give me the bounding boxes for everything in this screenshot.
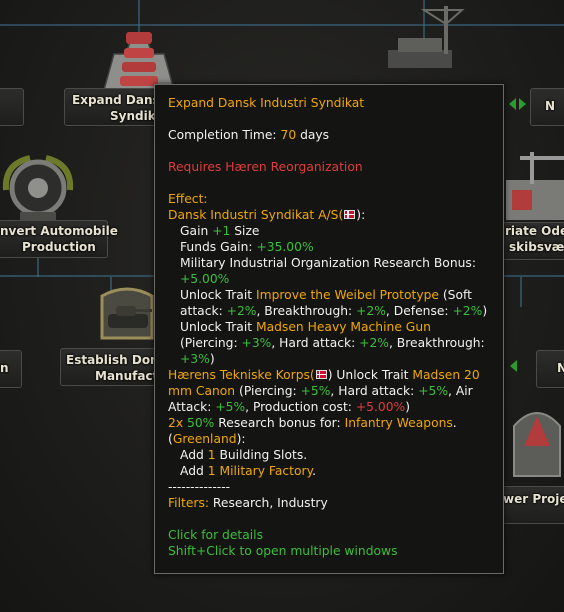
funds-label: Funds Gain:	[180, 240, 257, 254]
filters-value: Research, Industry	[209, 496, 328, 510]
focus-node-right-n-top[interactable]: N	[545, 98, 555, 114]
node-label-line: Production	[22, 240, 96, 254]
state-name: Greenland	[172, 432, 237, 446]
add-suffix: Building Slots.	[215, 448, 308, 462]
focus-node-right-power[interactable]: wer Projec	[503, 491, 564, 507]
add-label: Add	[180, 448, 208, 462]
focus-tooltip: Expand Dansk Industri Syndikat Completio…	[154, 84, 504, 574]
company2-line: Hærens Tekniske Korps() Unlock Trait Mad…	[168, 367, 490, 415]
arrow-left-icon[interactable]	[509, 98, 516, 110]
gain-suffix: Size	[230, 224, 260, 238]
add-factory-line: Add 1 Military Factory.	[168, 463, 490, 479]
stat-value-negative: +5.00%	[355, 400, 406, 414]
company-name: Dansk Industri Syndikat A/S(	[168, 208, 344, 222]
flag-denmark-icon	[344, 210, 356, 219]
tire-wreath-icon[interactable]	[0, 150, 76, 224]
arrow-right-icon[interactable]	[519, 98, 526, 110]
tooltip-title: Expand Dansk Industri Syndikat	[168, 96, 365, 110]
focus-node-left-fragment[interactable]: n	[0, 360, 9, 376]
unlock-label: ) Unlock Trait	[327, 368, 413, 382]
flag-denmark-icon	[315, 370, 327, 379]
stat-value: +3%	[241, 336, 272, 350]
stat-value: +5%	[418, 384, 448, 398]
company-close: ):	[356, 208, 366, 222]
unlock-label: Unlock Trait	[180, 288, 256, 302]
research-bonus-label: Military Industrial Organization Researc…	[180, 256, 476, 270]
add-label: Add	[180, 464, 208, 478]
focus-node-convert-automobile[interactable]: nvert Automobile Production	[0, 223, 118, 255]
filters-line: Filters: Research, Industry	[168, 495, 490, 511]
unlock-label: Unlock Trait	[180, 320, 256, 334]
funds-line: Funds Gain: +35.00%	[168, 239, 490, 255]
paren-close: )	[405, 400, 411, 414]
stat-label: , Hard attack:	[330, 384, 419, 398]
paren-close: )	[482, 304, 488, 318]
add-value: 1	[207, 448, 216, 462]
hint-click: Click for details	[168, 528, 263, 542]
research-target: Infantry Weapons	[344, 416, 453, 430]
tank-icon[interactable]	[92, 280, 162, 346]
punct: .	[452, 416, 457, 430]
research-text: Research bonus for:	[214, 416, 345, 430]
company-name: Hærens Tekniske Korps(	[168, 368, 315, 382]
stat-label: , Production cost:	[245, 400, 356, 414]
research-bonus-value: +5.00%	[180, 272, 230, 286]
completion-value: 70	[280, 128, 297, 142]
stat-label: , Defense:	[385, 304, 453, 318]
focus-node-plate[interactable]	[0, 88, 24, 126]
trait-name: Improve the Weibel Prototype	[255, 288, 439, 302]
stat-value: +3%	[180, 352, 210, 366]
research-count: 2x	[168, 416, 184, 430]
separator: --------------	[168, 480, 231, 494]
stat-label: , Breakthrough:	[256, 304, 357, 318]
node-label-line: nvert Automobile	[0, 224, 118, 238]
node-label-line: riate Oder	[505, 224, 564, 238]
hint-shift-click: Shift+Click to open multiple windows	[168, 544, 398, 558]
gain-value: +1	[212, 224, 231, 238]
research-pct: 50%	[187, 416, 215, 430]
company1-line: Dansk Industri Syndikat A/S():	[168, 207, 490, 223]
paren-close: ):	[236, 432, 246, 446]
completion-time: Completion Time: 70 days	[168, 127, 490, 143]
stat-label: , Hard attack:	[271, 336, 360, 350]
connector-line	[0, 24, 564, 26]
research-line: 2x 50% Research bonus for: Infantry Weap…	[168, 415, 490, 431]
state-line: (Greenland):	[168, 431, 490, 447]
stat-value: +5%	[215, 400, 246, 414]
funds-value: +35.00%	[256, 240, 314, 254]
stat-value: +2%	[226, 304, 257, 318]
stat-value: +5%	[300, 384, 331, 398]
stat-value: +2%	[452, 304, 483, 318]
research-bonus-line: Military Industrial Organization Researc…	[168, 255, 490, 287]
trait-name: Madsen Heavy Machine Gun	[255, 320, 431, 334]
stat-value: +2%	[359, 336, 389, 350]
crane-shipyard-icon[interactable]	[384, 0, 466, 70]
stat-label: (Piercing:	[235, 384, 301, 398]
stat-label: (Piercing:	[180, 336, 242, 350]
add-slots-line: Add 1 Building Slots.	[168, 447, 490, 463]
requires-text: Requires Hæren Reorganization	[168, 160, 363, 174]
trait1-line: Unlock Trait Improve the Weibel Prototyp…	[168, 287, 490, 319]
crane-shipyard-icon[interactable]	[500, 150, 564, 224]
effect-label: Effect:	[168, 192, 208, 206]
focus-node-right-n-mid[interactable]: N	[557, 360, 564, 376]
connector-line	[520, 277, 522, 307]
trait2-line: Unlock Trait Madsen Heavy Machine Gun (Pi…	[168, 319, 490, 367]
completion-unit: days	[296, 128, 330, 142]
stat-label: , Breakthrough:	[388, 336, 485, 350]
completion-label: Completion Time:	[168, 128, 281, 142]
node-label-line: skibsværf	[509, 240, 564, 254]
gain-label: Gain	[180, 224, 213, 238]
arrow-left-icon[interactable]	[510, 360, 517, 372]
stat-value: +2%	[356, 304, 386, 318]
add-suffix: Military Factory	[219, 464, 313, 478]
add-value: 1	[207, 464, 216, 478]
gain-line: Gain +1 Size	[168, 223, 490, 239]
filters-label: Filters:	[168, 496, 210, 510]
focus-node-right-top[interactable]: riate Oder skibsværf	[505, 223, 564, 255]
monument-icon[interactable]	[510, 396, 564, 480]
punct: .	[312, 464, 317, 478]
paren-close: )	[209, 352, 215, 366]
